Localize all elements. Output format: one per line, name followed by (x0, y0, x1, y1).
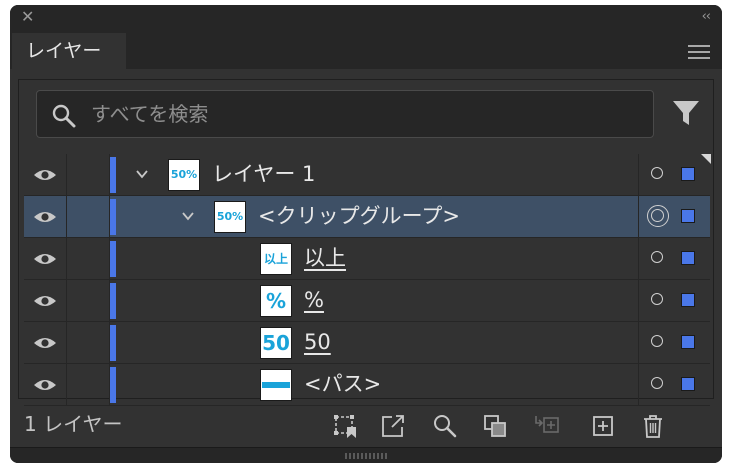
target-cell[interactable] (638, 322, 711, 363)
visibility-toggle[interactable] (24, 280, 67, 321)
chevron-down-icon[interactable] (180, 208, 196, 224)
layers-panel: ✕ ‹‹ レイヤー 50%以上レイヤー 150%以上<クリップグループ>以上以上… (10, 5, 722, 463)
thumbnail-text: 50%以上 (216, 210, 244, 223)
thumbnail-text: % (265, 289, 287, 313)
resize-grip-bar (10, 447, 722, 463)
eye-icon (34, 380, 56, 390)
path-stripe (262, 382, 290, 388)
thumbnail-text: 50 (262, 331, 290, 355)
layer-list: 50%以上レイヤー 150%以上<クリップグループ>以上以上%%5050<パス> (24, 154, 711, 406)
thumbnail-text: 以上 (263, 252, 288, 266)
panel-menu-icon[interactable] (688, 45, 710, 59)
locate-object-icon[interactable] (432, 413, 458, 439)
target-cell[interactable] (638, 154, 711, 195)
target-circle-icon[interactable] (651, 335, 663, 347)
selection-square[interactable] (681, 167, 695, 181)
target-circle-icon[interactable] (651, 377, 663, 389)
eye-icon (34, 338, 56, 348)
layer-color-bar (110, 199, 116, 235)
layer-row[interactable]: 50%以上 レイヤー 1 (24, 154, 711, 196)
eye-icon (34, 212, 56, 222)
layer-name[interactable]: レイヤー 1 (212, 154, 315, 195)
layer-row[interactable]: <パス> (24, 364, 710, 406)
search-box (36, 90, 654, 138)
lock-toggle[interactable] (67, 196, 110, 237)
chevron-down-icon[interactable] (134, 166, 150, 182)
visibility-toggle[interactable] (24, 238, 67, 279)
new-layer-icon[interactable] (590, 413, 616, 439)
selection-square[interactable] (681, 293, 695, 307)
layer-name[interactable]: <クリップグループ> (258, 196, 460, 237)
selection-square[interactable] (681, 335, 695, 349)
selection-square[interactable] (681, 209, 695, 223)
visibility-toggle[interactable] (24, 364, 67, 405)
selection-square[interactable] (681, 251, 695, 265)
lock-toggle[interactable] (67, 280, 110, 321)
eye-icon (34, 170, 56, 180)
target-cell[interactable] (638, 280, 711, 321)
create-sublayer-icon[interactable] (534, 413, 560, 439)
lock-toggle[interactable] (67, 238, 110, 279)
layer-name[interactable]: % (304, 280, 324, 321)
visibility-toggle[interactable] (24, 322, 67, 363)
target-circle-icon[interactable] (647, 205, 669, 227)
visibility-toggle[interactable] (24, 154, 67, 195)
layer-thumbnail: % (260, 285, 292, 317)
tab-layers[interactable]: レイヤー (12, 33, 126, 69)
layer-name[interactable]: <パス> (304, 364, 381, 405)
panel-tabbar: レイヤー (10, 29, 722, 69)
layer-color-bar (110, 325, 116, 361)
layer-row[interactable]: %% (24, 280, 710, 322)
layer-thumbnail: 50%以上 (214, 201, 246, 233)
panel-footer: 1 レイヤー (10, 403, 722, 445)
layer-color-bar (110, 241, 116, 277)
layer-thumbnail: 以上 (260, 243, 292, 275)
eye-icon (34, 254, 56, 264)
layer-thumbnail (260, 369, 292, 401)
delete-icon[interactable] (640, 413, 666, 439)
target-cell[interactable] (638, 196, 711, 237)
make-clipping-mask-icon[interactable] (482, 413, 508, 439)
export-for-screens-icon[interactable] (332, 413, 358, 439)
selection-square[interactable] (681, 377, 695, 391)
eye-icon (34, 296, 56, 306)
search-input[interactable] (91, 91, 631, 137)
filter-icon[interactable] (671, 98, 701, 128)
layer-name[interactable]: 以上 (304, 238, 346, 279)
target-cell[interactable] (638, 238, 711, 279)
layer-row[interactable]: 50%以上 <クリップグループ> (24, 196, 710, 238)
panel-titlebar: ✕ ‹‹ (10, 5, 722, 29)
layer-color-bar (110, 157, 116, 193)
search-icon (52, 104, 76, 128)
target-circle-icon[interactable] (651, 167, 663, 179)
target-circle-icon[interactable] (651, 251, 663, 263)
layer-color-bar (110, 283, 116, 319)
visibility-toggle[interactable] (24, 196, 67, 237)
collect-for-export-icon[interactable] (380, 413, 406, 439)
layer-thumbnail: 50%以上 (168, 159, 200, 191)
collapse-panel-icon[interactable]: ‹‹ (702, 8, 711, 26)
thumbnail-text: 50%以上 (170, 168, 198, 181)
layer-color-bar (110, 367, 116, 403)
lock-toggle[interactable] (67, 154, 110, 195)
layer-count-label: 1 レイヤー (24, 412, 123, 436)
lock-toggle[interactable] (67, 364, 110, 405)
layer-name[interactable]: 50 (304, 322, 331, 363)
lock-toggle[interactable] (67, 322, 110, 363)
layer-thumbnail: 50 (260, 327, 292, 359)
resize-grip[interactable] (345, 453, 389, 459)
layer-row[interactable]: 以上 以上 (24, 238, 710, 280)
layer-row[interactable]: 50 50 (24, 322, 710, 364)
target-circle-icon[interactable] (651, 293, 663, 305)
close-icon[interactable]: ✕ (21, 8, 34, 26)
corner-indicator (701, 154, 711, 164)
target-cell[interactable] (638, 364, 711, 405)
